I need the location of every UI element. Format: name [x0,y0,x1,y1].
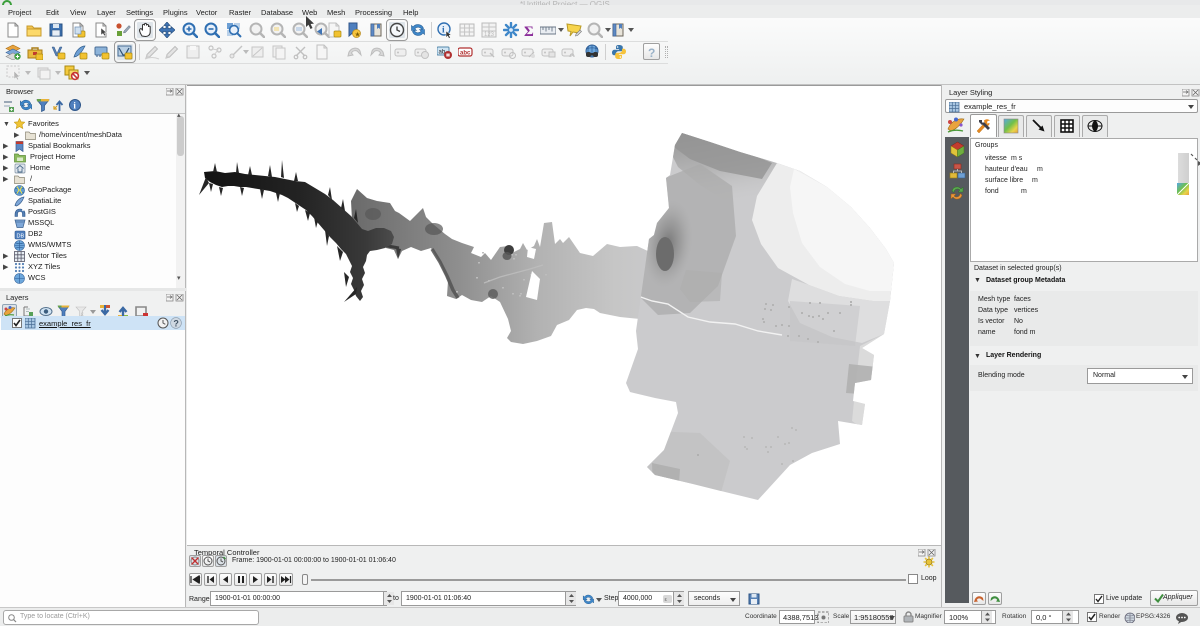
svg-text:abc: abc [460,51,471,57]
svg-text:?: ? [173,318,179,328]
svg-text:?: ? [648,46,655,60]
svg-text:DB: DB [17,234,25,240]
